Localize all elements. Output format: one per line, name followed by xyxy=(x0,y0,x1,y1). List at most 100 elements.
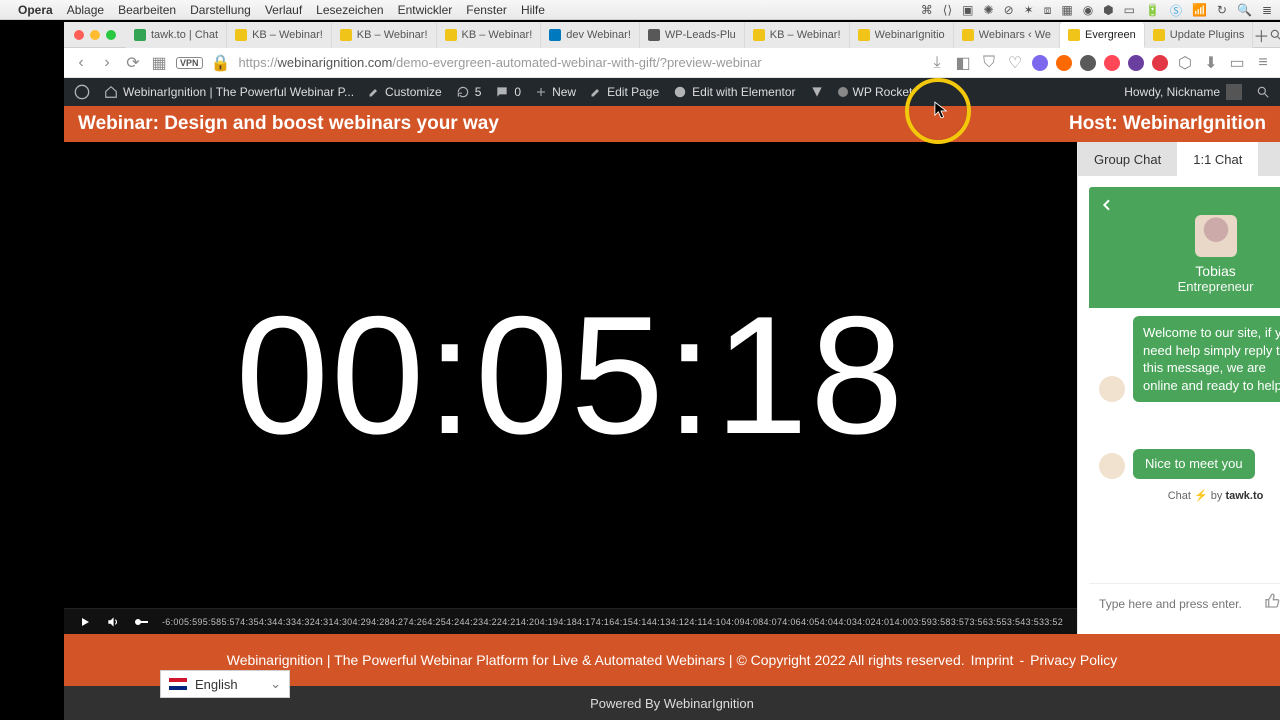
wp-rocket[interactable]: WP Rocket xyxy=(838,85,913,99)
favicon-icon xyxy=(753,29,765,41)
avatar-icon xyxy=(1099,453,1125,479)
heart-icon[interactable]: ♡ xyxy=(1006,54,1024,72)
lock-icon[interactable]: 🔒 xyxy=(211,53,231,73)
operator-avatar xyxy=(1195,215,1237,257)
sidebar-icon[interactable]: ▭ xyxy=(1228,54,1246,72)
wp-elementor[interactable]: Edit with Elementor xyxy=(673,85,795,99)
footer-imprint-link[interactable]: Imprint xyxy=(971,652,1014,668)
tab[interactable]: KB – Webinar! xyxy=(745,22,850,48)
wp-customize[interactable]: Customize xyxy=(368,85,442,99)
controlcenter-icon[interactable]: ≣ xyxy=(1262,3,1272,17)
wp-logo-icon[interactable] xyxy=(74,84,90,100)
menu-icon[interactable]: ≡ xyxy=(1254,54,1272,72)
spotlight-icon[interactable]: 🔍 xyxy=(1237,3,1252,17)
tab[interactable]: tawk.to | Chat xyxy=(126,22,227,48)
mac-menu-item[interactable]: Entwickler xyxy=(398,3,453,17)
tray-icon[interactable]: ◉ xyxy=(1083,3,1093,17)
ext-icon[interactable]: ⛉ xyxy=(980,54,998,72)
video-screen[interactable]: 00:05:18 xyxy=(64,142,1077,608)
tray-icon[interactable]: ▭ xyxy=(1124,3,1135,17)
downloads-icon[interactable]: ⬇ xyxy=(1202,54,1220,72)
play-button[interactable] xyxy=(78,615,92,629)
mac-menu-item[interactable]: Darstellung xyxy=(190,3,251,17)
wp-search-icon[interactable] xyxy=(1256,85,1270,99)
reload-button[interactable]: ⟳ xyxy=(124,54,142,72)
tray-icon[interactable]: ⟨⟩ xyxy=(943,3,952,17)
wifi-icon[interactable]: 📶 xyxy=(1192,3,1207,17)
tab[interactable]: WebinarIgnitio xyxy=(850,22,954,48)
battery-icon[interactable]: 🔋 xyxy=(1145,3,1160,17)
ext-icon[interactable] xyxy=(1152,55,1168,71)
tab-search-button[interactable] xyxy=(1269,22,1280,47)
skype-icon[interactable]: Ⓢ xyxy=(1170,2,1182,19)
address-bar[interactable]: VPN 🔒 https://webinarignition.com/demo-e… xyxy=(176,51,920,75)
favicon-icon xyxy=(235,29,247,41)
progress-handle[interactable] xyxy=(134,615,148,629)
chat-input[interactable] xyxy=(1099,597,1254,611)
tab-active[interactable]: Evergreen xyxy=(1060,22,1145,48)
tab-label: WP-Leads-Plu xyxy=(665,29,736,41)
tab[interactable]: dev Webinar! xyxy=(541,22,640,48)
tray-icon[interactable]: ⌘ xyxy=(921,3,933,17)
ext-icon[interactable] xyxy=(1032,55,1048,71)
ext-icon[interactable]: ◧ xyxy=(954,54,972,72)
wp-edit-page[interactable]: Edit Page xyxy=(590,85,659,99)
tab-11-chat[interactable]: 1:1 Chat xyxy=(1177,142,1258,176)
ext-icon[interactable] xyxy=(1080,55,1096,71)
tab[interactable]: WP-Leads-Plu xyxy=(640,22,745,48)
window-controls[interactable] xyxy=(64,22,126,47)
tray-icon[interactable]: ✺ xyxy=(984,3,994,17)
mac-menu-item[interactable]: Verlauf xyxy=(265,3,302,17)
favicon-icon xyxy=(962,29,974,41)
ext-icon[interactable] xyxy=(1056,55,1072,71)
wp-updates[interactable]: 5 xyxy=(456,85,482,99)
ext-icon[interactable] xyxy=(1104,55,1120,71)
tawk-widget: Tobias Entrepreneur Welcome to our site,… xyxy=(1088,186,1280,624)
mac-menu-item[interactable]: Hilfe xyxy=(521,3,545,17)
mac-tray: ⌘ ⟨⟩ ▣ ✺ ⊘ ✶ ⧈ ▦ ◉ ⬢ ▭ 🔋 Ⓢ 📶 ↻ 🔍 ≣ xyxy=(921,0,1272,20)
language-selector[interactable]: English ⌄ xyxy=(160,670,290,698)
speed-dial-icon[interactable]: ▦ xyxy=(150,54,168,72)
tray-icon[interactable]: ⊘ xyxy=(1004,3,1014,17)
dropbox-icon[interactable]: ⧈ xyxy=(1044,3,1052,18)
mac-app-name[interactable]: Opera xyxy=(18,3,53,17)
tab-group-chat[interactable]: Group Chat xyxy=(1078,142,1177,176)
wp-yoast[interactable] xyxy=(810,85,824,99)
tray-icon[interactable]: ▣ xyxy=(962,3,973,17)
tab-label: tawk.to | Chat xyxy=(151,29,218,41)
nav-back-button[interactable]: ‹ xyxy=(72,54,90,72)
wp-howdy[interactable]: Howdy, Nickname xyxy=(1124,84,1242,100)
bluetooth-icon[interactable]: ✶ xyxy=(1024,3,1034,17)
tray-icon[interactable]: ⬢ xyxy=(1103,3,1113,17)
ext-icon[interactable]: ⤓ xyxy=(928,54,946,72)
mac-menu-item[interactable]: Bearbeiten xyxy=(118,3,176,17)
ext-icon[interactable] xyxy=(1128,55,1144,71)
tab[interactable]: KB – Webinar! xyxy=(227,22,332,48)
tab[interactable]: Update Plugins xyxy=(1145,22,1254,48)
thumbs-up-icon[interactable] xyxy=(1264,593,1280,614)
video-area: 00:05:18 -6:005:595:585:574:354:344:334:… xyxy=(64,142,1077,634)
favicon-icon xyxy=(858,29,870,41)
wp-comments[interactable]: 0 xyxy=(495,85,521,99)
mac-menu-item[interactable]: Fenster xyxy=(466,3,507,17)
tray-icon[interactable]: ▦ xyxy=(1061,3,1072,17)
tab[interactable]: KB – Webinar! xyxy=(332,22,437,48)
tawk-branding[interactable]: Chat ⚡ by tawk.to xyxy=(1099,489,1280,502)
wp-site-link[interactable]: WebinarIgnition | The Powerful Webinar P… xyxy=(104,85,354,99)
footer-privacy-link[interactable]: Privacy Policy xyxy=(1030,652,1117,668)
address-row: ‹ › ⟳ ▦ VPN 🔒 https://webinarignition.co… xyxy=(64,48,1280,78)
nav-forward-button[interactable]: › xyxy=(98,54,116,72)
tab[interactable]: KB – Webinar! xyxy=(437,22,542,48)
volume-button[interactable] xyxy=(106,615,120,629)
chevron-down-icon: ⌄ xyxy=(270,676,281,692)
mac-menu-item[interactable]: Lesezeichen xyxy=(316,3,383,17)
wp-new[interactable]: New xyxy=(535,85,576,99)
new-tab-button[interactable]: ＋ xyxy=(1253,22,1269,47)
tab[interactable]: Webinars ‹ We xyxy=(954,22,1060,48)
mac-menu-item[interactable]: Ablage xyxy=(67,3,104,17)
vpn-badge[interactable]: VPN xyxy=(176,57,203,69)
timemachine-icon[interactable]: ↻ xyxy=(1217,3,1227,17)
ext-icon[interactable]: ⬡ xyxy=(1176,54,1194,72)
chat-back-button[interactable] xyxy=(1099,197,1115,218)
footer-powered: Powered By WebinarIgnition English ⌄ xyxy=(64,686,1280,720)
